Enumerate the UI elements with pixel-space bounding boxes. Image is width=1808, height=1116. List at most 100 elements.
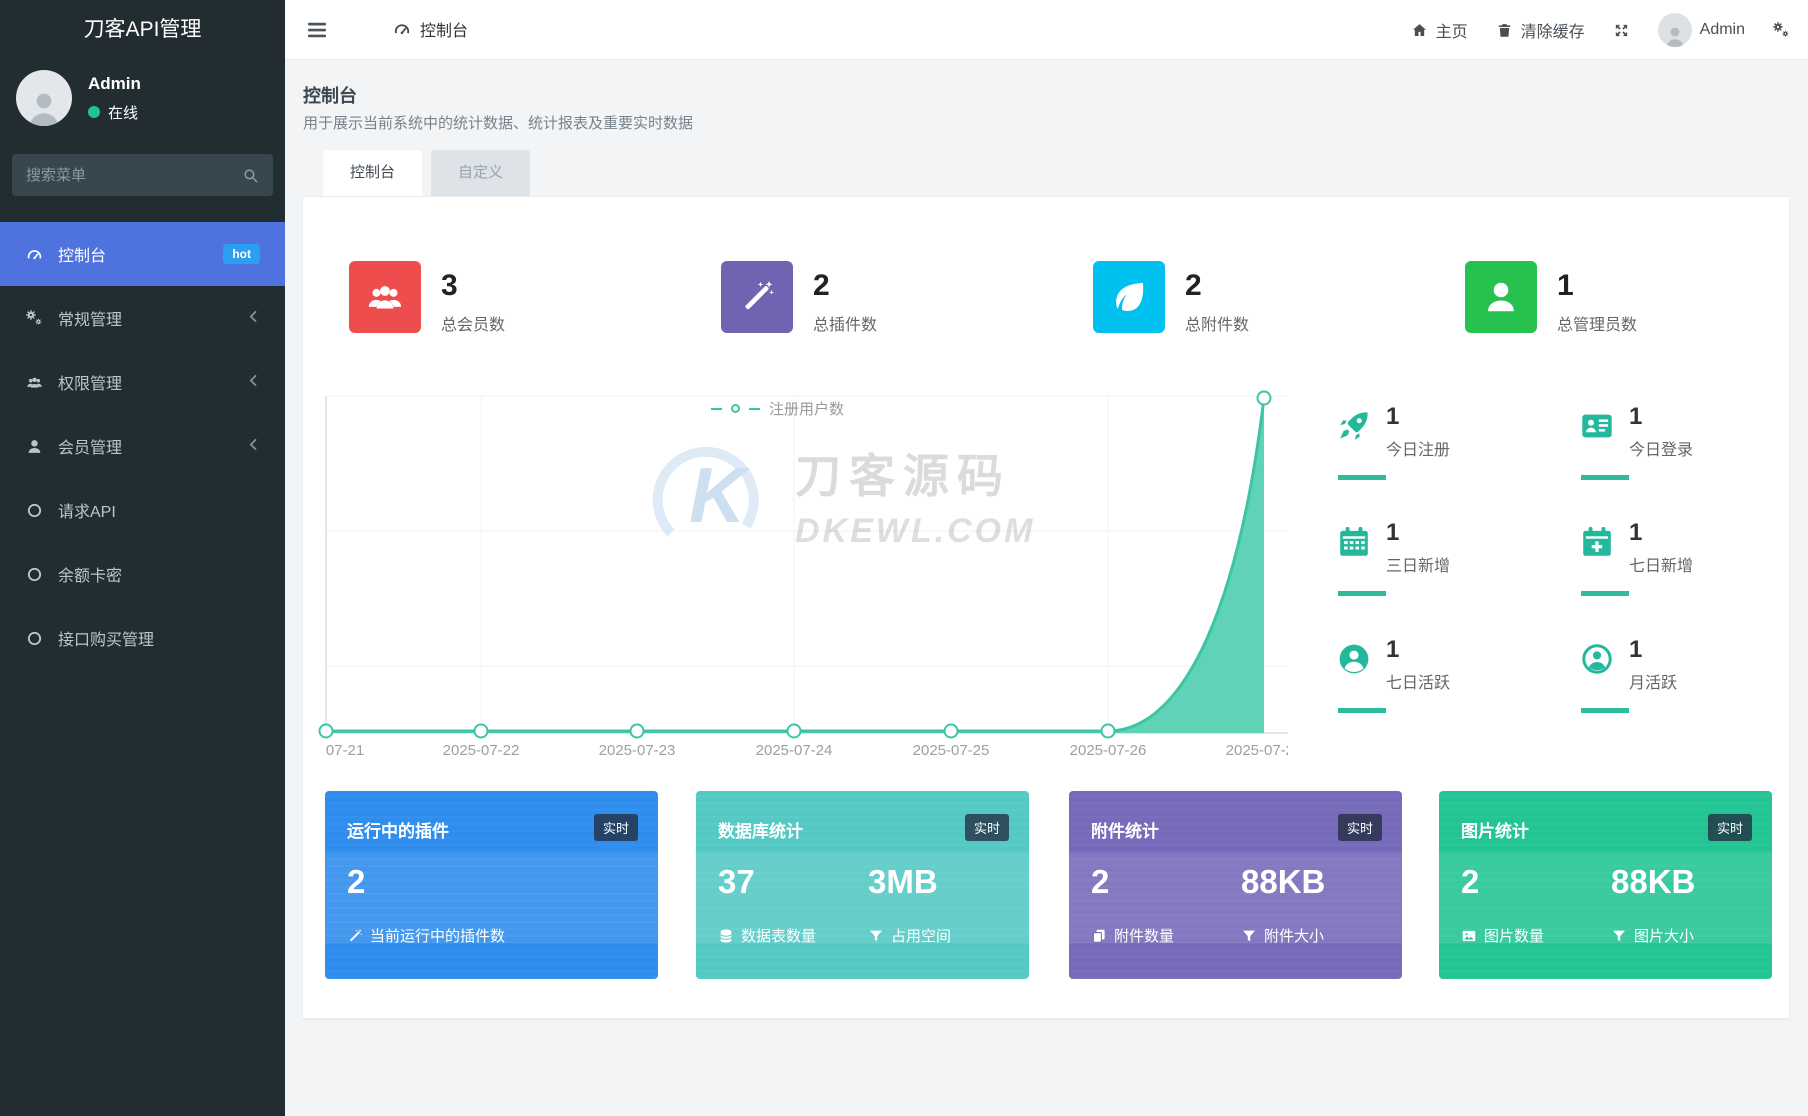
- stat-total-plugins: 2 总插件数: [721, 261, 877, 335]
- chevron-left-icon: [245, 308, 262, 328]
- stat-label: 总附件数: [1185, 311, 1249, 335]
- x-axis-label: 2025-07-25: [913, 742, 990, 759]
- sidebar-user-panel: Admin 在线: [16, 70, 141, 126]
- search-input[interactable]: [12, 167, 242, 184]
- fullscreen-button[interactable]: [1613, 22, 1630, 39]
- sidebar-item-label: 会员管理: [58, 434, 122, 458]
- clear-cache-link[interactable]: 清除缓存: [1496, 18, 1585, 42]
- realtime-badge: 实时: [965, 814, 1009, 841]
- x-axis-label: 2025-07-23: [599, 742, 676, 759]
- tab-custom[interactable]: 自定义: [431, 150, 530, 196]
- sidebar-item-label: 常规管理: [58, 306, 122, 330]
- quick-stat-value: 1: [1629, 636, 1642, 664]
- sidebar: 刀客API管理 Admin 在线 控制台 hot 常规: [0, 0, 285, 1116]
- sidebar-item-label: 权限管理: [58, 370, 122, 394]
- card-title: 运行中的插件: [347, 817, 449, 842]
- area-chart-svg: [311, 386, 1288, 766]
- card-value: 2: [347, 863, 365, 901]
- chevron-left-icon: [245, 372, 262, 392]
- stat-total-attachments: 2 总附件数: [1093, 261, 1249, 335]
- circle-icon: [24, 566, 44, 583]
- sidebar-item-api-purchase[interactable]: 接口购买管理: [0, 606, 285, 670]
- gauge-icon: [24, 246, 44, 263]
- page-title: 控制台: [303, 82, 357, 108]
- accent-underline: [1338, 708, 1386, 713]
- user-menu[interactable]: Admin: [1658, 13, 1745, 47]
- main-content: 控制台 用于展示当前系统中的统计数据、统计报表及重要实时数据 控制台 自定义 3…: [285, 60, 1808, 1116]
- topbar-username: Admin: [1700, 21, 1745, 39]
- sidebar-item-label: 请求API: [58, 498, 116, 522]
- card-value: 88KB: [1611, 863, 1695, 901]
- user-status: 在线: [108, 102, 138, 123]
- filter-icon: [1241, 928, 1257, 944]
- stat-label: 总插件数: [813, 311, 877, 335]
- home-link[interactable]: 主页: [1411, 18, 1468, 42]
- x-axis-label: 2025-07-27: [1226, 742, 1288, 759]
- topbar-avatar: [1658, 13, 1692, 47]
- hot-badge: hot: [223, 244, 260, 264]
- card-attachment-stats: 附件统计 实时 2 88KB 附件数量 附件大小: [1069, 791, 1402, 979]
- card-title: 数据库统计: [718, 817, 803, 842]
- gauge-icon: [393, 20, 411, 38]
- x-axis-label: 2025-07-24: [756, 742, 833, 759]
- topbar-actions: 主页 清除缓存 Admin: [1411, 0, 1790, 60]
- quick-stat-value: 1: [1386, 403, 1399, 431]
- quick-stat-value: 1: [1386, 636, 1399, 664]
- card-running-plugins: 运行中的插件 实时 2 当前运行中的插件数: [325, 791, 658, 979]
- quick-stat-label: 三日新增: [1386, 552, 1450, 576]
- accent-underline: [1581, 708, 1629, 713]
- settings-button[interactable]: [1773, 22, 1790, 39]
- legend-marker: [711, 408, 722, 410]
- app-window: 刀客API管理 Admin 在线 控制台 hot 常规: [0, 0, 1808, 1116]
- sidebar-item-request-api[interactable]: 请求API: [0, 478, 285, 542]
- id-card-icon: [1579, 407, 1615, 449]
- menu-toggle-icon[interactable]: [305, 18, 329, 46]
- quick-stat-month-active: 1 月活跃: [1579, 636, 1808, 744]
- sidebar-menu: 控制台 hot 常规管理 权限管理 会员管理 请求API: [0, 222, 285, 670]
- cogs-icon: [1773, 22, 1790, 39]
- quick-stat-label: 今日登录: [1629, 436, 1693, 460]
- user-icon: [24, 438, 44, 455]
- card-value: 88KB: [1241, 863, 1325, 901]
- stat-label: 总管理员数: [1557, 311, 1637, 335]
- x-axis-label: 2025-07-22: [443, 742, 520, 759]
- calendar-plus-icon: [1579, 523, 1615, 565]
- search-icon[interactable]: [242, 167, 259, 184]
- sidebar-item-general[interactable]: 常规管理: [0, 286, 285, 350]
- filter-icon: [1611, 928, 1627, 944]
- card-label: 附件数量: [1114, 925, 1174, 946]
- copy-icon: [1091, 928, 1107, 944]
- sidebar-search: [12, 154, 273, 196]
- sidebar-item-label: 余额卡密: [58, 562, 122, 586]
- tab-dashboard[interactable]: 控制台: [323, 150, 422, 196]
- breadcrumb-label: 控制台: [420, 17, 468, 41]
- quick-stat-today-register: 1 今日注册: [1336, 403, 1568, 511]
- card-label: 当前运行中的插件数: [370, 925, 505, 946]
- card-label: 数据表数量: [741, 925, 816, 946]
- online-status-dot: [88, 106, 100, 118]
- legend-marker-circle: [731, 404, 740, 413]
- registered-users-chart: 注册用户数: [311, 386, 1288, 766]
- card-label: 占用空间: [891, 925, 951, 946]
- calendar-icon: [1336, 523, 1372, 565]
- sidebar-item-dashboard[interactable]: 控制台 hot: [0, 222, 285, 286]
- chevron-left-icon: [245, 436, 262, 456]
- accent-underline: [1338, 475, 1386, 480]
- sidebar-item-permissions[interactable]: 权限管理: [0, 350, 285, 414]
- stat-value: 3: [441, 269, 505, 303]
- chart-legend[interactable]: 注册用户数: [711, 398, 844, 419]
- card-value: 2: [1091, 863, 1109, 901]
- quick-stat-7day-active: 1 七日活跃: [1336, 636, 1568, 744]
- database-icon: [718, 928, 734, 944]
- card-label: 附件大小: [1264, 925, 1324, 946]
- expand-icon: [1613, 22, 1630, 39]
- breadcrumb: 控制台: [393, 17, 468, 41]
- quick-stat-label: 今日注册: [1386, 436, 1450, 460]
- home-icon: [1411, 22, 1428, 39]
- topbar: 控制台 主页 清除缓存 Admin: [285, 0, 1808, 60]
- card-title: 图片统计: [1461, 817, 1529, 842]
- sidebar-item-members[interactable]: 会员管理: [0, 414, 285, 478]
- rocket-icon: [1336, 407, 1372, 449]
- stat-value: 2: [813, 269, 877, 303]
- sidebar-item-balance-cards[interactable]: 余额卡密: [0, 542, 285, 606]
